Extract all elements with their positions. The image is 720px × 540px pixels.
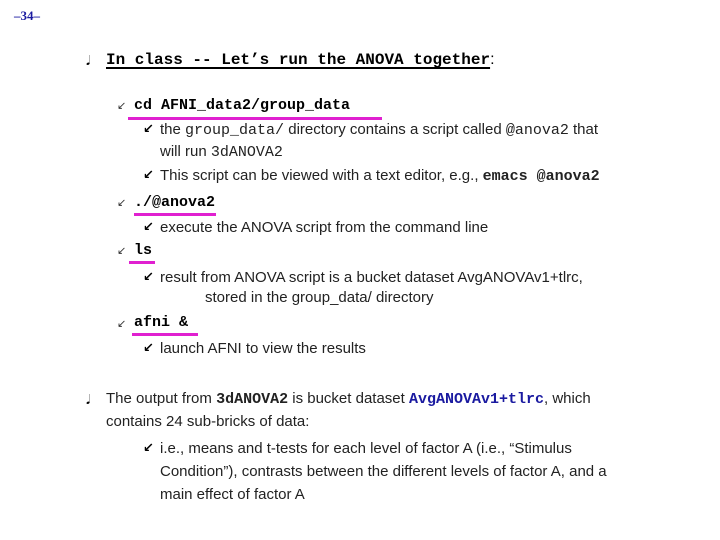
- command-ls: ls: [134, 242, 153, 259]
- note-text-continued: stored in the group_data/ directory: [205, 289, 434, 306]
- arrow-bullet-icon: ↙: [143, 168, 154, 183]
- highlight-underline: [134, 213, 216, 216]
- note-text: execute the ANOVA script from the comman…: [160, 219, 489, 236]
- arrow-bullet-icon: ↙: [143, 270, 154, 285]
- note-text: This script can be viewed with a text ed…: [160, 167, 600, 185]
- highlight-underline: [132, 333, 198, 336]
- sub-note-line2: Condition”), contrasts between the diffe…: [160, 463, 607, 480]
- page-number: –34–: [14, 8, 40, 23]
- note-text: the group_data/ directory contains a scr…: [160, 121, 599, 139]
- bullet-icon: 𝅘𝅥: [86, 393, 91, 408]
- section-heading: In class -- Let’s run the ANOVA together…: [106, 51, 495, 69]
- highlight-underline: [128, 117, 382, 120]
- command-cd: cd AFNI_data2/group_data: [134, 97, 351, 114]
- note-text: result from ANOVA script is a bucket dat…: [160, 269, 583, 286]
- heading-text: In class -- Let’s run the ANOVA together: [106, 51, 491, 69]
- highlight-underline: [129, 261, 155, 264]
- sub-note-line1: i.e., means and t-tests for each level o…: [160, 440, 572, 457]
- output-description: The output from 3dANOVA2 is bucket datas…: [106, 390, 591, 408]
- dataset-name: AvgANOVAv1+tlrc: [408, 391, 545, 408]
- bullet-icon: 𝅘𝅥: [86, 54, 91, 69]
- arrow-bullet-icon: ↙: [117, 196, 127, 209]
- page-number-value: 34: [20, 8, 34, 23]
- arrow-bullet-icon: ↙: [117, 99, 127, 112]
- command-run-anova: ./@anova2: [134, 194, 216, 211]
- sub-note-line3: main effect of factor A: [160, 486, 305, 503]
- arrow-bullet-icon: ↙: [143, 341, 154, 356]
- output-description-continued: contains 24 sub-bricks of data:: [106, 413, 310, 430]
- heading-colon: :: [490, 51, 495, 68]
- note-text-continued: will run 3dANOVA2: [160, 143, 283, 161]
- arrow-bullet-icon: ↙: [143, 122, 154, 137]
- arrow-bullet-icon: ↙: [117, 317, 127, 330]
- arrow-bullet-icon: ↙: [117, 244, 127, 257]
- note-text: launch AFNI to view the results: [160, 340, 366, 357]
- arrow-bullet-icon: ↙: [143, 220, 154, 235]
- command-afni: afni &: [134, 314, 189, 331]
- arrow-bullet-icon: ↙: [143, 441, 154, 456]
